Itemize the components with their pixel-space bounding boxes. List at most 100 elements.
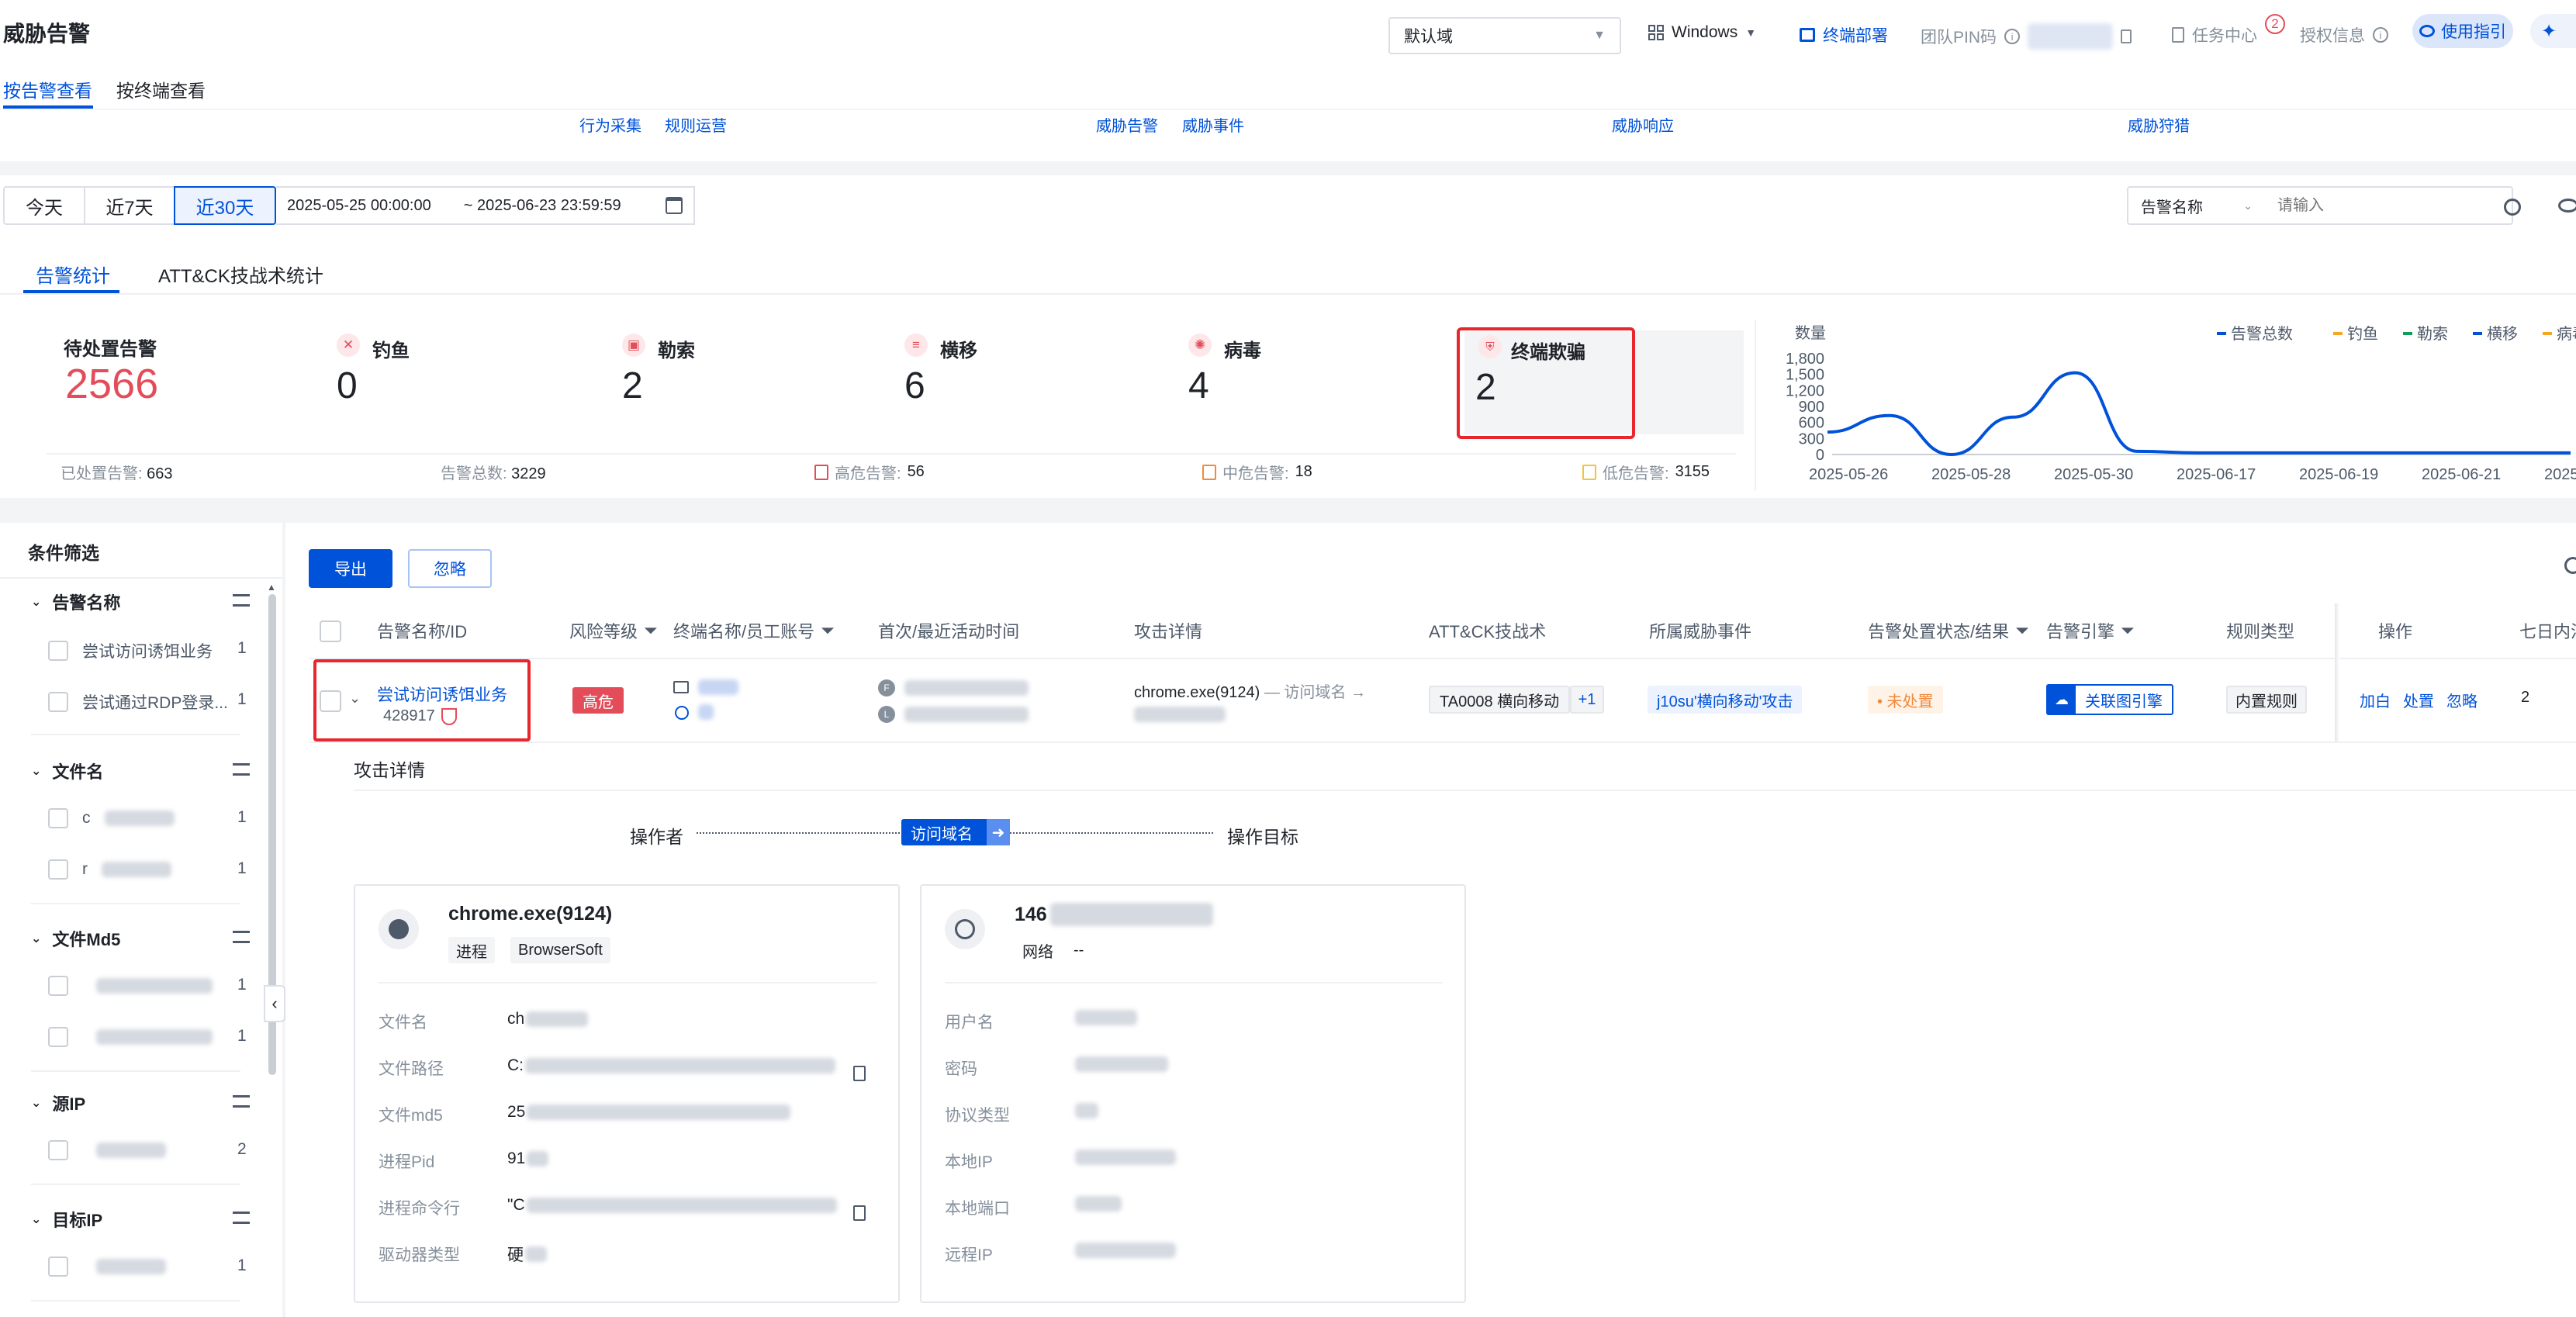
view-tab-endpoints[interactable]: 按终端查看 — [116, 76, 206, 102]
date-30days-button[interactable]: 近30天 — [174, 186, 276, 225]
filter-checkbox[interactable] — [48, 1140, 68, 1160]
filter-option[interactable]: r — [48, 859, 171, 880]
filter-option[interactable]: 尝试访问诱饵业务 — [48, 639, 213, 662]
task-center[interactable]: 任务中心 — [2172, 23, 2257, 47]
filter-section-divider — [31, 1184, 240, 1185]
chevron-down-icon[interactable]: ⌄ — [31, 763, 41, 779]
chevron-down-icon[interactable]: ⌄ — [31, 594, 41, 610]
sort-list-icon[interactable] — [233, 763, 250, 776]
nav-behavior-collect[interactable]: 行为采集 — [579, 113, 641, 136]
refresh-icon[interactable] — [2564, 557, 2576, 574]
stat-card-label: 勒索 — [658, 340, 695, 361]
guide-button[interactable]: 使用指引 — [2412, 14, 2513, 48]
user-icon — [675, 706, 689, 720]
search-icon[interactable] — [2504, 199, 2521, 216]
action-ignore[interactable]: 忽略 — [2446, 689, 2477, 711]
footer-label: 中危告警: — [1222, 465, 1289, 482]
sort-list-icon[interactable] — [233, 594, 250, 607]
th-event[interactable]: 所属威胁事件 — [1649, 603, 1751, 658]
chevron-down-icon[interactable]: ⌄ — [31, 931, 41, 946]
chart-legend-item[interactable]: 勒索 — [2403, 325, 2448, 343]
filter-icon[interactable]: ⏷ — [644, 620, 658, 641]
threat-event-tag[interactable]: j10su'横向移动'攻击 — [1648, 686, 1803, 714]
filter-checkbox[interactable] — [48, 859, 68, 880]
filter-icon[interactable]: ⏷ — [2015, 620, 2029, 641]
detail-field-value — [1074, 1103, 1098, 1118]
stats-tab-alert[interactable]: 告警统计 — [36, 261, 110, 288]
copy-icon[interactable] — [853, 1205, 866, 1221]
os-select[interactable]: Windows ▼ — [1648, 23, 1756, 42]
copy-icon[interactable] — [853, 1066, 866, 1081]
filter-section-title[interactable]: ⌄ 文件Md5 — [31, 926, 120, 951]
filter-section-title[interactable]: ⌄ 源IP — [31, 1091, 85, 1115]
copy-icon[interactable] — [2121, 29, 2132, 43]
th-attck[interactable]: ATT&CK技战术 — [1429, 603, 1546, 658]
filter-checkbox[interactable] — [48, 976, 68, 996]
first-time — [904, 680, 1029, 696]
date-today-button[interactable]: 今天 — [3, 186, 85, 225]
filter-option[interactable] — [48, 976, 213, 996]
sort-list-icon[interactable] — [233, 1212, 250, 1224]
filter-icon[interactable]: ⏷ — [821, 620, 835, 641]
chart-legend-item[interactable]: 钓鱼 — [2333, 325, 2378, 343]
hide-icon[interactable] — [2558, 199, 2576, 213]
filter-checkbox[interactable] — [48, 1257, 68, 1277]
th-endpoint[interactable]: 终端名称/员工账号 ⏷ — [673, 603, 835, 658]
th-alert-name[interactable]: 告警名称/ID — [377, 603, 467, 658]
date-range-picker[interactable]: 2025-05-25 00:00:00 ~ 2025-06-23 23:59:5… — [276, 186, 695, 225]
filter-section-title[interactable]: ⌄ 文件名 — [31, 759, 103, 783]
ai-assistant-icon[interactable]: ✦ — [2530, 14, 2576, 48]
th-time[interactable]: 首次/最近活动时间 — [878, 603, 1019, 658]
nav-threat-hunting[interactable]: 威胁狩猎 — [2128, 113, 2190, 136]
filter-section-title[interactable]: ⌄ 告警名称 — [31, 589, 120, 614]
th-attack-detail[interactable]: 攻击详情 — [1134, 603, 1202, 658]
info-icon[interactable]: i — [2004, 29, 2021, 44]
nav-rule-ops[interactable]: 规则运营 — [665, 113, 727, 136]
th-risk[interactable]: 风险等级 ⏷ — [569, 603, 658, 658]
nav-threat-alerts[interactable]: 威胁告警 — [1096, 113, 1158, 136]
ignore-button[interactable]: 忽略 — [408, 549, 492, 588]
domain-select[interactable]: 默认域 ▼ — [1388, 17, 1621, 54]
filter-checkbox[interactable] — [48, 641, 68, 661]
chart-legend-item[interactable]: 告警总数 — [2217, 325, 2293, 343]
table-row[interactable]: ⌄ 尝试访问诱饵业务 428917 高危 F L chrome.exe(9124… — [309, 661, 2576, 743]
search-field-select[interactable]: 告警名称 ⌄ — [2127, 186, 2267, 225]
export-button[interactable]: 导出 — [309, 549, 392, 588]
date-7days-button[interactable]: 近7天 — [84, 186, 175, 225]
engine-tag[interactable]: ☁ 关联图引擎 — [2046, 684, 2173, 715]
filter-checkbox[interactable] — [48, 1027, 68, 1047]
nav-threat-events[interactable]: 威胁事件 — [1182, 113, 1244, 136]
select-all-checkbox[interactable] — [320, 620, 341, 642]
action-whitelist[interactable]: 加白 — [2360, 689, 2391, 711]
filter-option[interactable] — [48, 1257, 166, 1277]
filter-section-title[interactable]: ⌄ 目标IP — [31, 1207, 102, 1232]
license-info[interactable]: 授权信息 i — [2300, 23, 2388, 47]
stats-tab-attck[interactable]: ATT&CK技战术统计 — [158, 261, 323, 288]
deploy-link[interactable]: 终端部署 — [1800, 23, 1888, 47]
filter-checkbox[interactable] — [48, 808, 68, 828]
filter-option[interactable] — [48, 1140, 166, 1160]
scroll-up-icon[interactable]: ▲ — [267, 582, 276, 593]
collapse-sidebar-button[interactable]: ‹ — [264, 985, 285, 1022]
chart-legend-item[interactable]: 横移 — [2473, 325, 2518, 343]
filter-icon[interactable]: ⏷ — [2121, 620, 2135, 641]
detail-field-redacted — [1075, 1056, 1168, 1072]
filter-checkbox[interactable] — [48, 692, 68, 712]
th-rule-type[interactable]: 规则类型 — [2226, 603, 2294, 658]
th-engine[interactable]: 告警引擎 ⏷ — [2046, 603, 2135, 658]
nav-threat-response[interactable]: 威胁响应 — [1612, 113, 1674, 136]
th-status[interactable]: 告警处置状态/结果 ⏷ — [1868, 603, 2029, 658]
chart-legend-label: 病毒 — [2557, 325, 2576, 343]
chevron-down-icon[interactable]: ⌄ — [31, 1095, 41, 1111]
attck-more-tag[interactable]: +1 — [1570, 686, 1604, 714]
filter-option[interactable]: c — [48, 808, 175, 828]
chart-legend-item[interactable]: 病毒 — [2543, 325, 2576, 343]
action-dispose[interactable]: 处置 — [2403, 689, 2434, 711]
sort-list-icon[interactable] — [233, 931, 250, 943]
chevron-down-icon[interactable]: ⌄ — [31, 1212, 41, 1227]
filter-option[interactable] — [48, 1027, 213, 1047]
sort-list-icon[interactable] — [233, 1095, 250, 1108]
search-input[interactable] — [2265, 186, 2513, 225]
view-tab-alerts[interactable]: 按告警查看 — [3, 76, 92, 102]
filter-option[interactable]: 尝试通过RDP登录... — [48, 690, 228, 714]
